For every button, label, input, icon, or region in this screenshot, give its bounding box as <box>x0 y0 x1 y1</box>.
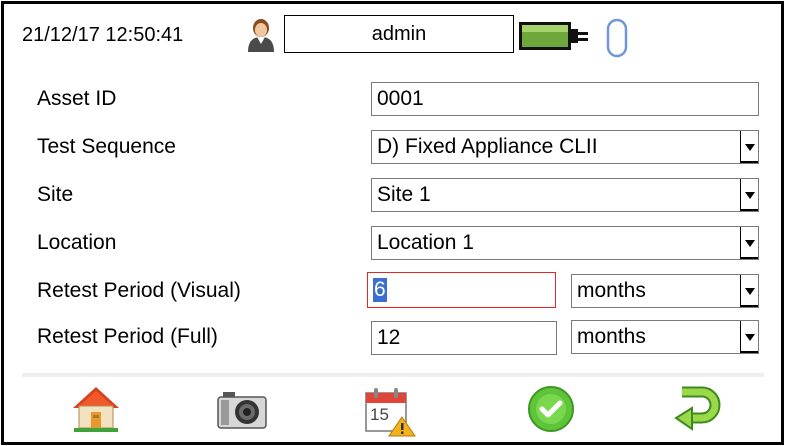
asset-id-value: 0001 <box>377 87 424 110</box>
location-label: Location <box>37 231 117 254</box>
usb-icon <box>605 17 629 59</box>
confirm-button[interactable] <box>523 384 579 438</box>
camera-icon <box>215 386 269 437</box>
test-sequence-value: D) Fixed Appliance CLII <box>377 135 598 158</box>
main-window: 21/12/17 12:50:41 admin Asset ID 0001 Te… <box>1 1 784 445</box>
retest-visual-unit: months <box>577 279 646 302</box>
retest-visual-input[interactable]: 6 <box>367 272 556 308</box>
user-icon <box>246 18 276 52</box>
toolbar-divider <box>22 373 764 377</box>
test-sequence-label: Test Sequence <box>37 135 176 158</box>
camera-button[interactable] <box>214 384 270 438</box>
retest-full-label: Retest Period (Full) <box>37 325 218 348</box>
location-select[interactable]: Location 1 <box>371 226 759 260</box>
row-asset-id: Asset ID 0001 <box>4 79 781 119</box>
bottom-toolbar: 15 <box>4 384 781 440</box>
datetime-display: 21/12/17 12:50:41 <box>22 24 184 46</box>
row-retest-visual: Retest Period (Visual) 6 months <box>4 271 781 311</box>
user-field[interactable]: admin <box>284 15 514 53</box>
retest-visual-unit-select[interactable]: months <box>571 274 759 308</box>
retest-full-unit-select[interactable]: months <box>571 320 759 354</box>
row-retest-full: Retest Period (Full) 12 months <box>4 317 781 357</box>
location-value: Location 1 <box>377 231 474 254</box>
asset-id-label: Asset ID <box>37 87 117 110</box>
chevron-down-icon[interactable] <box>740 131 758 163</box>
back-button[interactable] <box>668 384 724 438</box>
test-sequence-select[interactable]: D) Fixed Appliance CLII <box>371 130 759 164</box>
chevron-down-icon[interactable] <box>740 179 758 211</box>
site-value: Site 1 <box>377 183 431 206</box>
row-location: Location Location 1 <box>4 223 781 263</box>
calendar-warning-icon: 15 <box>362 385 416 437</box>
site-select[interactable]: Site 1 <box>371 178 759 212</box>
calendar-day-text: 15 <box>370 405 389 424</box>
back-icon <box>670 384 722 439</box>
retest-visual-label: Retest Period (Visual) <box>37 279 241 302</box>
retest-full-unit: months <box>577 325 646 348</box>
home-button[interactable] <box>68 384 124 438</box>
battery-icon <box>517 18 589 56</box>
chevron-down-icon[interactable] <box>740 321 758 353</box>
asset-id-input[interactable]: 0001 <box>371 82 759 116</box>
retest-visual-value: 6 <box>373 278 387 302</box>
row-site: Site Site 1 <box>4 175 781 215</box>
confirm-icon <box>526 384 576 439</box>
chevron-down-icon[interactable] <box>740 275 758 307</box>
row-test-sequence: Test Sequence D) Fixed Appliance CLII <box>4 127 781 167</box>
status-header: 21/12/17 12:50:41 admin <box>4 4 781 70</box>
site-label: Site <box>37 183 74 206</box>
calendar-button[interactable]: 15 <box>361 384 417 438</box>
retest-full-input[interactable]: 12 <box>371 321 557 355</box>
chevron-down-icon[interactable] <box>740 227 758 259</box>
home-icon <box>70 384 122 439</box>
retest-full-value: 12 <box>377 326 401 349</box>
